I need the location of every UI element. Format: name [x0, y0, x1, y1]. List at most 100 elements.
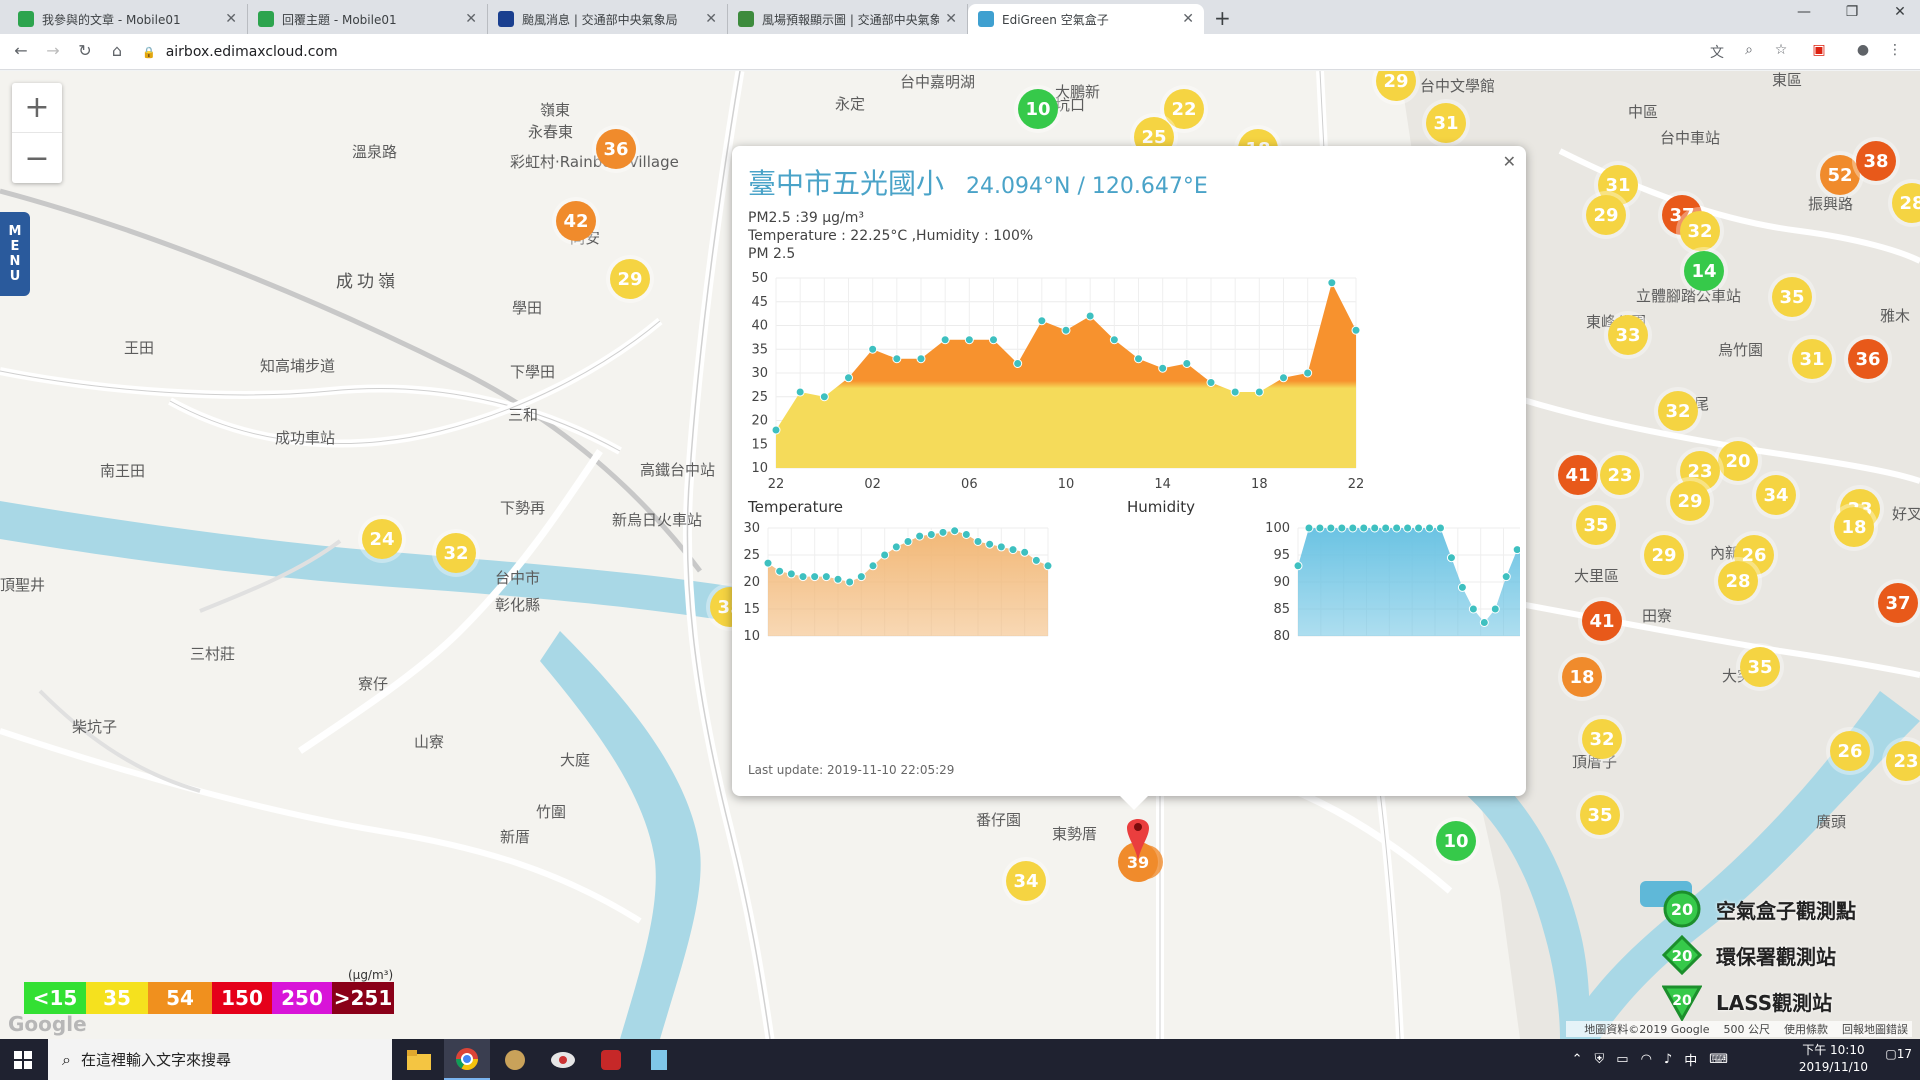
minimize-icon[interactable]: —: [1784, 4, 1824, 20]
station-marker[interactable]: 22: [1164, 89, 1204, 129]
station-marker[interactable]: 32: [436, 533, 476, 573]
station-marker[interactable]: 36: [596, 129, 636, 169]
profile-icon[interactable]: ●: [1852, 42, 1874, 58]
station-marker[interactable]: 26: [1830, 731, 1870, 771]
data-point: [1158, 363, 1168, 373]
tab-5-active[interactable]: EdiGreen 空氣盒子 ✕: [968, 4, 1204, 34]
place-label: 雅木: [1880, 307, 1911, 325]
data-point: [964, 335, 974, 345]
menu-button[interactable]: M E N U: [0, 212, 30, 296]
app-icon-3[interactable]: [492, 1039, 538, 1080]
station-marker[interactable]: 23: [1886, 741, 1920, 781]
new-tab-plus-icon[interactable]: +: [1214, 6, 1231, 30]
popup-close-icon[interactable]: ✕: [1503, 152, 1516, 171]
home-icon[interactable]: ⌂: [106, 41, 128, 60]
address-bar[interactable]: 🔒 airbox.edimaxcloud.com: [142, 38, 1702, 66]
tab-1[interactable]: 我參與的文章 - Mobile01 ✕: [8, 4, 248, 34]
zoom-out-button[interactable]: −: [12, 133, 62, 183]
station-marker[interactable]: 34: [1756, 475, 1796, 515]
station-marker[interactable]: 35: [1576, 505, 1616, 545]
network-tray-icon[interactable]: ▭: [1616, 1052, 1628, 1067]
station-marker[interactable]: 10: [1018, 89, 1058, 129]
notification-center-icon[interactable]: ▢17: [1885, 1047, 1912, 1061]
data-point: [891, 542, 901, 552]
taskbar-search[interactable]: ⌕ 在這裡輸入文字來搜尋: [48, 1039, 392, 1080]
bookmark-star-icon[interactable]: ☆: [1770, 42, 1792, 58]
clock-time: 下午 10:10: [1802, 1043, 1865, 1057]
place-label: 烏竹園: [1718, 341, 1764, 359]
station-marker[interactable]: 41: [1558, 455, 1598, 495]
forward-arrow-icon[interactable]: →: [42, 41, 64, 60]
back-arrow-icon[interactable]: ←: [10, 41, 32, 60]
reload-icon[interactable]: ↻: [74, 41, 96, 60]
station-marker[interactable]: 29: [1586, 195, 1626, 235]
station-marker[interactable]: 36: [1848, 339, 1888, 379]
station-marker[interactable]: 18: [1562, 657, 1602, 697]
station-marker[interactable]: 31: [1426, 103, 1466, 143]
station-marker[interactable]: 35: [1772, 277, 1812, 317]
terms-link[interactable]: 使用條款: [1784, 1021, 1828, 1037]
station-marker[interactable]: 31: [1792, 339, 1832, 379]
close-icon[interactable]: ✕: [705, 11, 717, 27]
tray-chevron-icon[interactable]: ⌃: [1572, 1052, 1583, 1067]
close-icon[interactable]: ✕: [465, 11, 477, 27]
station-marker[interactable]: 32: [1582, 719, 1622, 759]
station-marker[interactable]: 42: [556, 201, 596, 241]
station-marker[interactable]: 29: [1670, 481, 1710, 521]
station-marker[interactable]: 33: [1608, 315, 1648, 355]
station-marker[interactable]: 28: [1718, 561, 1758, 601]
data-point: [1414, 523, 1424, 533]
station-marker[interactable]: 29: [610, 259, 650, 299]
wifi-icon[interactable]: ◠: [1641, 1052, 1652, 1067]
security-tray-icon[interactable]: ⛨: [1595, 1052, 1605, 1067]
zoom-icon[interactable]: ⌕: [1738, 42, 1760, 58]
report-error-link[interactable]: 回報地圖錯誤: [1842, 1021, 1908, 1037]
tab-2[interactable]: 回覆主題 - Mobile01 ✕: [248, 4, 488, 34]
map-canvas[interactable]: 永定 台中嘉明湖 大鵬新 大坑口 台中文學館 東區 中區 台中車站 嶺東 永春東 彩虹村·Rainb…: [0, 71, 1920, 1039]
app-icon-4[interactable]: [540, 1039, 586, 1080]
window-close-icon[interactable]: ✕: [1880, 4, 1920, 20]
chrome-icon[interactable]: [444, 1039, 490, 1080]
station-marker[interactable]: 41: [1582, 601, 1622, 641]
keyboard-tray-icon[interactable]: ⌨: [1709, 1052, 1728, 1067]
y-tick-label: 50: [751, 271, 768, 286]
legend-level: 54: [148, 982, 212, 1014]
station-marker[interactable]: 20: [1718, 441, 1758, 481]
station-marker[interactable]: 10: [1436, 821, 1476, 861]
station-marker[interactable]: 18: [1834, 507, 1874, 547]
translate-icon[interactable]: 文: [1706, 42, 1728, 62]
airbox-circle-icon: 20: [1660, 887, 1704, 931]
extension-icon[interactable]: ▣: [1808, 42, 1830, 58]
station-marker[interactable]: 38: [1856, 141, 1896, 181]
tab-3[interactable]: 颱風消息 | 交通部中央氣象局 ✕: [488, 4, 728, 34]
station-marker[interactable]: 34: [1006, 861, 1046, 901]
pm25-reading: PM2.5 :39 μg/m³: [748, 210, 864, 226]
station-marker[interactable]: 32: [1680, 211, 1720, 251]
file-explorer-icon[interactable]: [396, 1039, 442, 1080]
app-icon-6[interactable]: [636, 1039, 682, 1080]
station-marker[interactable]: 35: [1740, 647, 1780, 687]
data-point: [1501, 572, 1511, 582]
ime-indicator[interactable]: 中: [1684, 1050, 1697, 1069]
station-marker[interactable]: 52: [1820, 155, 1860, 195]
close-icon[interactable]: ✕: [225, 11, 237, 27]
windows-start-icon[interactable]: [0, 1039, 46, 1080]
data-point: [985, 539, 995, 549]
volume-icon[interactable]: ♪: [1664, 1052, 1672, 1067]
station-marker[interactable]: 29: [1644, 535, 1684, 575]
selected-station[interactable]: 39: [1112, 810, 1164, 888]
station-marker[interactable]: 23: [1600, 455, 1640, 495]
restore-icon[interactable]: ❐: [1832, 4, 1872, 20]
taskbar-clock[interactable]: 下午 10:10 2019/11/10: [1799, 1042, 1868, 1076]
zoom-in-button[interactable]: +: [12, 83, 62, 133]
close-icon[interactable]: ✕: [945, 11, 957, 27]
station-marker[interactable]: 37: [1878, 583, 1918, 623]
menu-dots-icon[interactable]: ⋮: [1884, 42, 1906, 58]
station-marker[interactable]: 35: [1580, 795, 1620, 835]
app-icon-5[interactable]: [588, 1039, 634, 1080]
station-marker[interactable]: 24: [362, 519, 402, 559]
close-icon[interactable]: ✕: [1182, 11, 1194, 27]
station-marker[interactable]: 14: [1684, 251, 1724, 291]
station-marker[interactable]: 32: [1658, 391, 1698, 431]
tab-4[interactable]: 風場預報顯示圖 | 交通部中央氣象 ✕: [728, 4, 968, 34]
